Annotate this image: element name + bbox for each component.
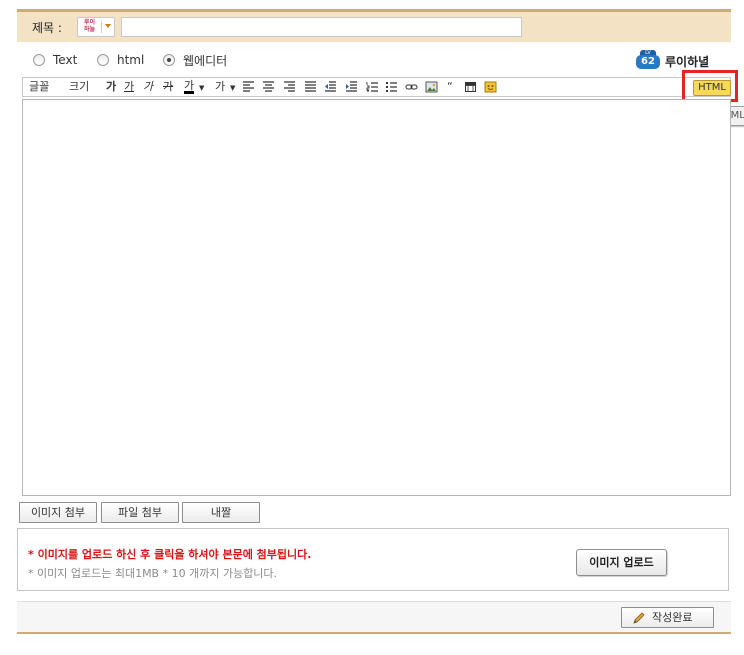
title-input[interactable] [121, 17, 522, 37]
image-upload-panel: * 이미지를 업로드 하신 후 클릭을 하셔야 본문에 첨부됩니다. * 이미지… [17, 528, 729, 591]
submit-button[interactable]: 작성완료 [621, 607, 714, 628]
underline-button[interactable]: 가 [124, 80, 134, 94]
indent-icon[interactable] [345, 81, 358, 93]
mode-text-option[interactable]: Text [33, 52, 77, 68]
form-footer: 작성완료 [17, 601, 731, 634]
mode-html-label: html [117, 53, 145, 67]
background-color-button[interactable]: 가 [215, 80, 225, 94]
outdent-icon[interactable] [324, 81, 337, 93]
unordered-list-icon[interactable] [385, 81, 398, 93]
title-bar: 제목 : 루이 하늘 [17, 9, 731, 42]
emoticon-icon[interactable] [484, 81, 497, 93]
quote-icon[interactable]: “ [447, 80, 453, 94]
editor-content-area[interactable] [22, 99, 731, 496]
editor-toolbar: 글꼴 크기 가 가 가 가 가 ▼ 가 ▼ “ HTML [22, 77, 731, 97]
align-center-icon[interactable] [262, 81, 275, 93]
chevron-down-icon [105, 24, 111, 28]
pencil-icon [632, 611, 646, 625]
level-badge: LV 62 [636, 50, 660, 70]
align-left-icon[interactable] [242, 81, 255, 93]
mode-webeditor-option[interactable]: 웹에디터 [163, 52, 227, 68]
image-upload-button[interactable]: 이미지 업로드 [576, 549, 667, 576]
table-icon[interactable] [464, 81, 477, 93]
link-icon[interactable] [405, 81, 418, 93]
category-select[interactable]: 루이 하늘 [77, 17, 115, 37]
radio-html[interactable] [97, 54, 109, 66]
font-family-dropdown[interactable]: 글꼴 [29, 80, 49, 94]
submit-label: 작성완료 [652, 611, 693, 624]
mode-webeditor-label: 웹에디터 [183, 53, 228, 68]
font-size-dropdown[interactable]: 크기 [69, 80, 89, 94]
font-color-button[interactable]: 가 [184, 80, 195, 94]
image-icon[interactable] [425, 81, 438, 93]
upload-notice: * 이미지를 업로드 하신 후 클릭을 하셔야 본문에 첨부됩니다. [28, 548, 312, 561]
attach-image-button[interactable]: 이미지 첨부 [19, 502, 97, 523]
attach-file-button[interactable]: 파일 첨부 [101, 502, 179, 523]
radio-webeditor[interactable] [163, 54, 175, 66]
mode-text-label: Text [53, 53, 78, 67]
background-color-dropdown-icon[interactable]: ▼ [230, 81, 235, 95]
editor-mode-row: Text html 웹에디터 LV 62 루이하녈 [17, 50, 731, 72]
strikethrough-button[interactable]: 가 [163, 80, 173, 94]
upload-limit-text: * 이미지 업로드는 최대1MB * 10 개까지 가능합니다. [28, 567, 278, 580]
category-logo: 루이 하늘 [83, 19, 96, 33]
ordered-list-icon[interactable] [366, 81, 379, 93]
align-justify-icon[interactable] [304, 81, 317, 93]
level-number: 62 [636, 55, 660, 69]
title-label: 제목 : [32, 21, 62, 35]
mode-html-option[interactable]: html [97, 52, 144, 68]
radio-text[interactable] [33, 54, 45, 66]
font-color-dropdown-icon[interactable]: ▼ [199, 81, 204, 95]
bold-button[interactable]: 가 [106, 80, 116, 94]
align-right-icon[interactable] [283, 81, 296, 93]
user-nickname[interactable]: 루이하녈 [665, 53, 709, 70]
highlight-annotation-box [682, 70, 738, 102]
italic-button[interactable]: 가 [143, 80, 153, 94]
my-images-button[interactable]: 내짤 [182, 502, 260, 523]
category-select-divider [101, 21, 102, 33]
